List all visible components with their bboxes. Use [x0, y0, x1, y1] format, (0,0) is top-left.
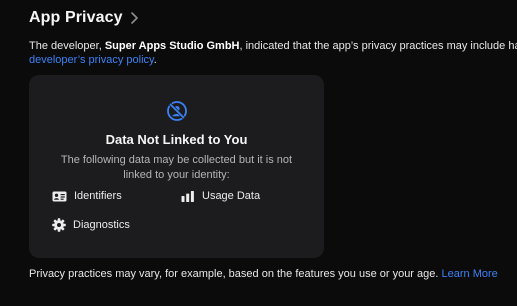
privacy-policy-link[interactable]: developer’s privacy policy — [29, 54, 154, 66]
footer-text: Privacy practices may vary, for example,… — [29, 268, 439, 280]
card-title: Data Not Linked to You — [105, 132, 248, 147]
data-item-label: Usage Data — [202, 190, 261, 202]
developer-name: Super Apps Studio GmbH — [104, 40, 240, 52]
chevron-right-icon — [130, 12, 138, 24]
card-subtitle: The following data may be collected but … — [49, 153, 304, 183]
not-linked-icon — [166, 101, 187, 121]
bar-chart-icon — [181, 190, 194, 202]
description-suffix: . — [153, 54, 157, 66]
data-item-diagnostics: Diagnostics — [52, 218, 130, 232]
learn-more-link[interactable]: Learn More — [442, 268, 498, 280]
description-middle: , indicated that the app’s privacy pract… — [239, 40, 517, 52]
app-privacy-header[interactable]: App Privacy — [29, 9, 139, 27]
data-item-label: Diagnostics — [73, 219, 130, 231]
data-item-identifiers: Identifiers — [52, 190, 122, 202]
privacy-footer: Privacy practices may vary, for example,… — [29, 268, 498, 280]
data-item-usage-data: Usage Data — [181, 190, 260, 202]
data-item-label: Identifiers — [74, 190, 122, 202]
card-subtitle-line2: linked to your identity: — [123, 169, 230, 181]
description-prefix: The developer, — [29, 40, 105, 52]
id-card-icon — [52, 191, 67, 201]
data-not-linked-card: Data Not Linked to You The following dat… — [29, 75, 324, 258]
privacy-description: The developer, Super Apps Studio GmbH, i… — [29, 39, 517, 67]
section-title: App Privacy — [29, 9, 123, 26]
card-subtitle-line1: The following data may be collected but … — [60, 154, 293, 166]
gear-icon — [52, 218, 66, 232]
